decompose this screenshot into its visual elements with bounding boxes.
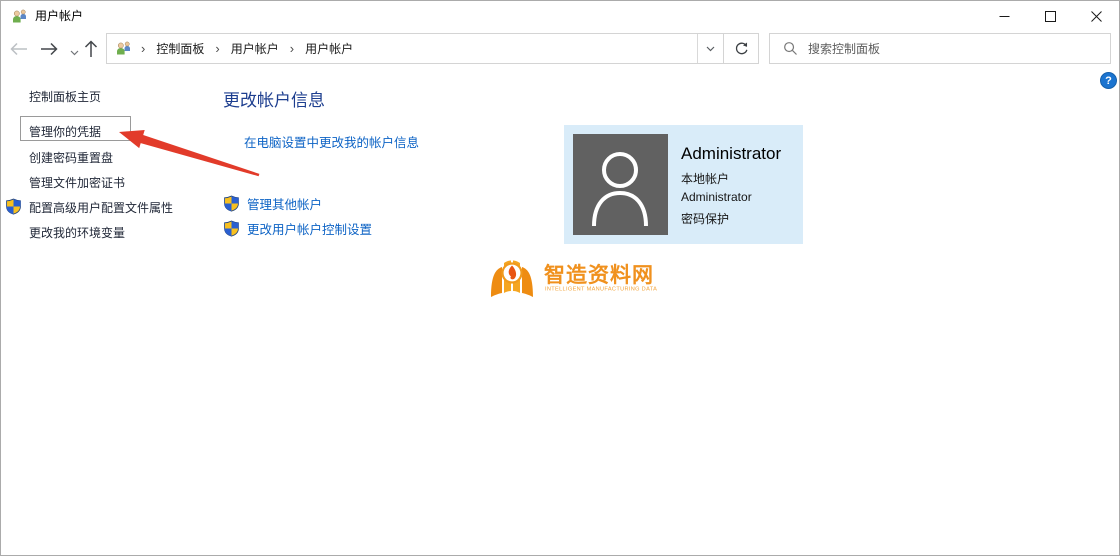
- forward-button[interactable]: [38, 38, 60, 60]
- account-group: Administrator: [681, 190, 752, 204]
- window-title: 用户帐户: [35, 9, 84, 23]
- users-icon: [117, 41, 130, 55]
- magnifier-icon: [784, 42, 797, 55]
- maximize-button[interactable]: [1027, 1, 1073, 31]
- link-label: 管理其他帐户: [247, 198, 323, 212]
- refresh-button[interactable]: [723, 33, 759, 64]
- address-dropdown-button[interactable]: [697, 34, 723, 63]
- account-type: 本地帐户: [681, 172, 730, 186]
- breadcrumb-separator: ›: [141, 41, 146, 56]
- person-silhouette-icon: [592, 152, 648, 227]
- minimize-icon: [999, 15, 1009, 17]
- titlebar: 用户帐户: [1, 1, 1119, 31]
- arrow-right-icon: [41, 42, 58, 56]
- back-button[interactable]: [8, 38, 30, 60]
- watermark-title: 智造资料网: [544, 264, 654, 287]
- account-tile: Administrator 本地帐户 Administrator 密码保护: [564, 125, 803, 244]
- link-change-account-info-in-pc-settings[interactable]: 在电脑设置中更改我的帐户信息: [244, 132, 419, 151]
- account-name: Administrator: [681, 144, 782, 163]
- watermark: 智造资料网 INTELLIGENT MANUFACTURING DATA: [488, 256, 708, 306]
- breadcrumb-user-accounts[interactable]: 用户帐户: [229, 40, 281, 57]
- up-button[interactable]: [80, 38, 102, 60]
- window-controls: [981, 1, 1119, 31]
- uac-shield-icon: [224, 195, 239, 212]
- sidebar-item-control-panel-home[interactable]: 控制面板主页: [29, 88, 101, 105]
- sidebar-item-change-environment-variables[interactable]: 更改我的环境变量: [29, 224, 125, 241]
- uac-shield-icon: [224, 220, 239, 237]
- search-input[interactable]: [808, 41, 1110, 56]
- address-bar[interactable]: › 控制面板 › 用户帐户 › 用户帐户: [106, 33, 724, 64]
- maximize-icon: [1044, 10, 1056, 22]
- refresh-icon: [735, 42, 747, 55]
- help-button[interactable]: ?: [1100, 72, 1117, 89]
- account-password-status: 密码保护: [681, 212, 730, 226]
- chevron-down-icon: [70, 50, 78, 56]
- close-button[interactable]: [1073, 1, 1119, 31]
- link-manage-other-accounts[interactable]: 管理其他帐户: [223, 194, 322, 213]
- uac-shield-icon: [6, 198, 21, 215]
- avatar: [573, 134, 668, 235]
- breadcrumb-control-panel[interactable]: 控制面板: [154, 40, 206, 57]
- link-label: 更改用户帐户控制设置: [247, 223, 373, 237]
- close-icon: [1090, 10, 1102, 22]
- link-change-uac-settings[interactable]: 更改用户帐户控制设置: [223, 219, 372, 238]
- watermark-subtitle: INTELLIGENT MANUFACTURING DATA: [545, 286, 658, 293]
- book-flame-logo-icon: [491, 260, 533, 297]
- arrow-up-icon: [84, 40, 98, 57]
- user-accounts-window: 用户帐户 › 控制面板 › 用户帐户 › 用户帐户 搜索控制面板 ? 控制面板主…: [0, 0, 1120, 556]
- sidebar-item-advanced-user-profiles[interactable]: 配置高级用户配置文件属性: [29, 199, 173, 216]
- question-mark-icon: ?: [1105, 74, 1112, 87]
- breadcrumb-separator: ›: [215, 41, 220, 56]
- minimize-button[interactable]: [981, 1, 1027, 31]
- arrow-left-icon: [10, 42, 27, 56]
- users-icon: [13, 9, 26, 23]
- chevron-down-icon: [706, 46, 715, 51]
- breadcrumb-user-accounts-2[interactable]: 用户帐户: [303, 40, 355, 57]
- page-title: 更改帐户信息: [223, 91, 325, 110]
- breadcrumb-separator: ›: [289, 41, 295, 56]
- search-box: [769, 33, 1111, 64]
